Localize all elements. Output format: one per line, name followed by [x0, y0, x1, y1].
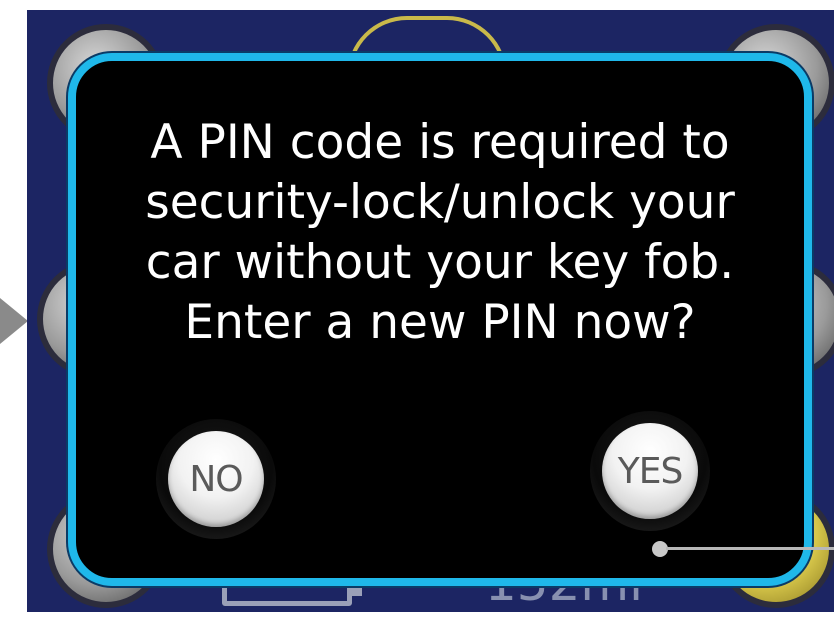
pin-prompt-dialog: A PIN code is required to security-lock/… — [68, 53, 812, 586]
yes-button-label: YES — [602, 423, 698, 519]
dialog-message-line: car without your key fob. — [145, 235, 735, 290]
callout-line — [666, 547, 834, 550]
left-pointer-icon — [0, 298, 28, 344]
no-button[interactable]: NO — [156, 419, 276, 539]
dialog-message-line: Enter a new PIN now? — [184, 295, 696, 350]
yes-button[interactable]: YES — [590, 411, 710, 531]
dialog-message-line: security-lock/unlock your — [145, 175, 735, 230]
dialog-message: A PIN code is required to security-lock/… — [76, 113, 804, 353]
dialog-message-line: A PIN code is required to — [150, 115, 730, 170]
no-button-label: NO — [168, 431, 264, 527]
stage: 152mi A PIN code is required to security… — [0, 0, 834, 621]
